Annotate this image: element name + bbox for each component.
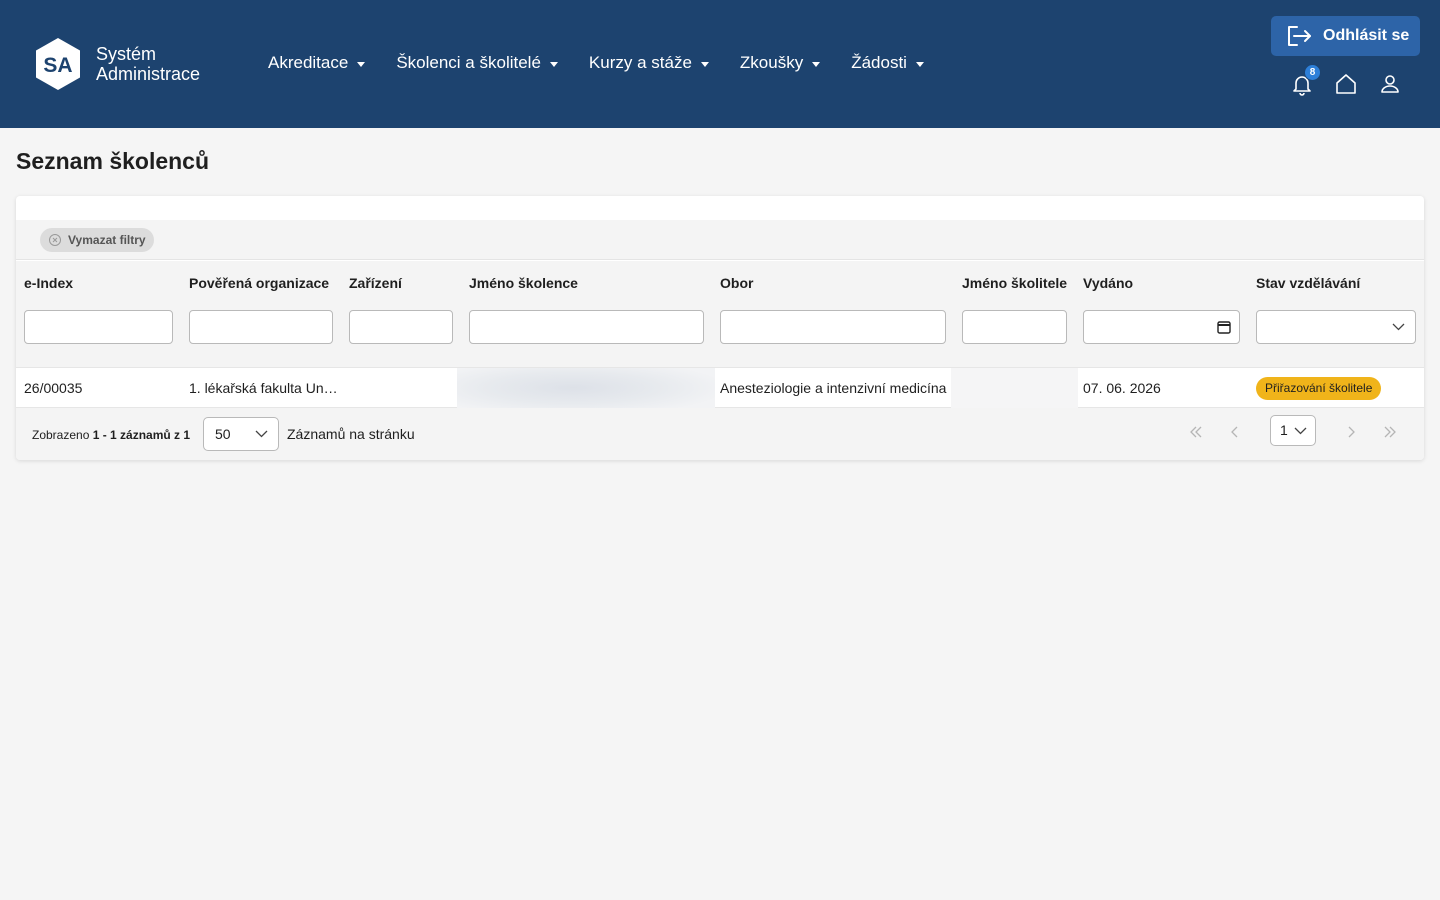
pagination-footer: Zobrazeno 1 - 1 záznamů z 1 50 Záznamů n… (16, 408, 1424, 460)
filter-stav-select[interactable] (1256, 310, 1416, 344)
filter-jmeno-skolence-input[interactable] (470, 311, 703, 343)
caret-down-icon (700, 61, 709, 67)
trainees-table-card: Vymazat filtry e-Index Pověřená organiza… (16, 196, 1424, 460)
calendar-icon[interactable] (1217, 320, 1231, 334)
per-page-select[interactable]: 50 (203, 417, 279, 451)
nav-skolenci[interactable]: Školenci a školitelé (396, 52, 558, 74)
cell-eindex[interactable]: 26/00035 (24, 380, 82, 396)
last-page-icon[interactable] (1382, 424, 1398, 440)
status-badge: Přiřazování školitele (1256, 377, 1382, 400)
filter-obor-input[interactable] (721, 311, 945, 343)
column-header-stav[interactable]: Stav vzdělávání (1256, 275, 1360, 291)
cell-organizace: 1. lékařská fakulta Un… (189, 380, 338, 396)
column-header-organizace[interactable]: Pověřená organizace (189, 275, 329, 291)
filter-obor[interactable] (720, 310, 946, 344)
chevron-down-icon (1294, 427, 1307, 435)
brand-line2: Administrace (96, 64, 201, 84)
filter-jmeno-skolitele-input[interactable] (963, 311, 1066, 343)
home-icon[interactable] (1334, 72, 1358, 96)
column-header-jmeno-skolence[interactable]: Jméno školence (469, 275, 578, 291)
clear-filters-button[interactable]: Vymazat filtry (40, 228, 154, 252)
filter-bar: Vymazat filtry (16, 220, 1424, 260)
column-header-zarizeni[interactable]: Zařízení (349, 275, 402, 291)
filter-eindex-input[interactable] (25, 311, 172, 343)
clear-icon (49, 234, 61, 246)
caret-down-icon (357, 61, 366, 67)
nav-kurzy[interactable]: Kurzy a stáže (589, 52, 709, 74)
nav-zadosti[interactable]: Žádosti (851, 52, 924, 74)
cell-jmeno-skolence-redacted (457, 368, 715, 408)
brand-name[interactable]: Systém Administrace (96, 44, 200, 84)
nav-zkousky[interactable]: Zkoušky (740, 52, 821, 74)
user-icon[interactable] (1378, 72, 1402, 96)
logout-icon (1288, 26, 1311, 46)
main-nav: Akreditace Školenci a školitelé Kurzy a … (268, 52, 955, 74)
filter-vydano-input[interactable] (1084, 311, 1239, 343)
filter-jmeno-skolitele[interactable] (962, 310, 1067, 344)
records-summary: Zobrazeno 1 - 1 záznamů z 1 (32, 428, 191, 442)
cell-obor: Anesteziologie a intenzivní medicína (720, 380, 947, 396)
table-row[interactable]: 26/00035 1. lékařská fakulta Un… Anestez… (16, 368, 1424, 408)
column-header-eindex[interactable]: e-Index (24, 275, 73, 291)
caret-down-icon (812, 61, 821, 67)
filter-zarizeni[interactable] (349, 310, 453, 344)
caret-down-icon (549, 61, 558, 67)
filter-eindex[interactable] (24, 310, 173, 344)
cell-vydano: 07. 06. 2026 (1083, 380, 1161, 396)
table-header: e-Index Pověřená organizace Zařízení Jmé… (16, 261, 1424, 368)
cell-jmeno-skolitele-redacted (951, 368, 1078, 408)
column-header-obor[interactable]: Obor (720, 275, 753, 291)
chevron-down-icon (1392, 323, 1405, 331)
per-page-label: Záznamů na stránku (287, 426, 415, 442)
logo-icon[interactable]: SA (34, 37, 82, 91)
filter-jmeno-skolence[interactable] (469, 310, 704, 344)
nav-akreditace[interactable]: Akreditace (268, 52, 366, 74)
filter-vydano-date[interactable] (1083, 310, 1240, 344)
notification-badge: 8 (1304, 64, 1321, 81)
page-select[interactable]: 1 (1270, 415, 1316, 446)
per-page-value: 50 (215, 426, 231, 442)
first-page-icon[interactable] (1188, 424, 1204, 440)
clear-filters-label: Vymazat filtry (68, 233, 146, 247)
next-page-icon[interactable] (1343, 424, 1359, 440)
caret-down-icon (915, 61, 924, 67)
filter-organizace-input[interactable] (190, 311, 332, 343)
chevron-down-icon (255, 430, 268, 438)
logout-label: Odhlásit se (1323, 27, 1410, 44)
current-page: 1 (1280, 422, 1288, 438)
top-header: SA Systém Administrace Akreditace Školen… (0, 0, 1440, 128)
column-header-vydano[interactable]: Vydáno (1083, 275, 1133, 291)
logout-button[interactable]: Odhlásit se (1271, 16, 1420, 56)
logo-text: SA (43, 54, 72, 77)
filter-zarizeni-input[interactable] (350, 311, 452, 343)
brand-line1: Systém (96, 44, 157, 64)
filter-organizace[interactable] (189, 310, 333, 344)
page-title: Seznam školenců (16, 148, 210, 174)
column-header-jmeno-skolitele[interactable]: Jméno školitele (962, 275, 1067, 291)
prev-page-icon[interactable] (1227, 424, 1243, 440)
